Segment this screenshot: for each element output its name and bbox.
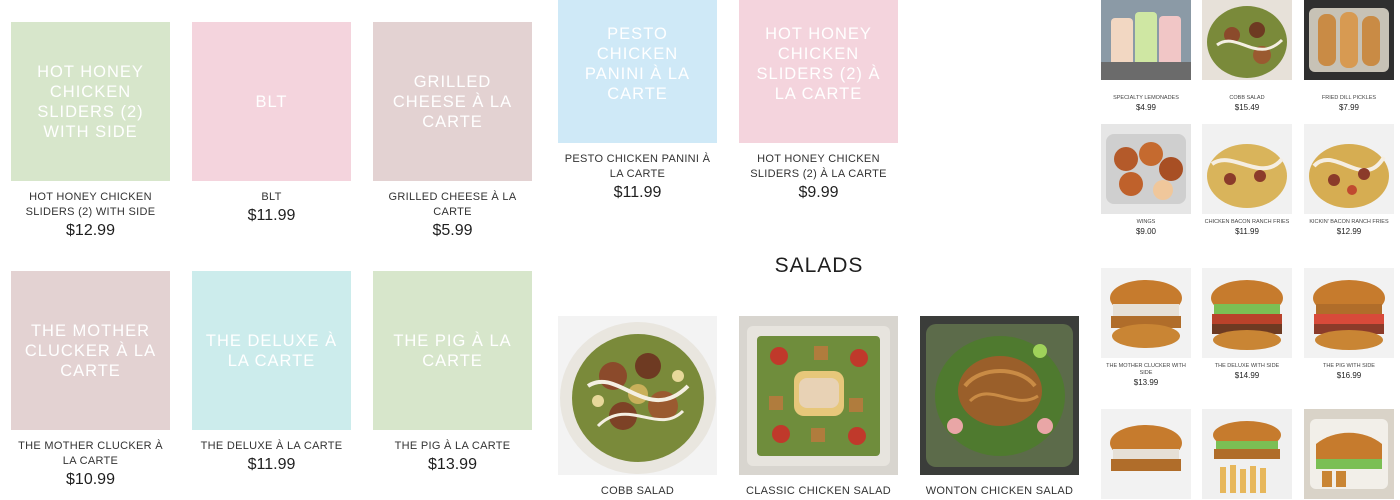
deluxe-photo[interactable]	[1202, 268, 1292, 358]
pig-photo[interactable]	[1304, 268, 1394, 358]
mini-item-name[interactable]: COBB SALAD	[1202, 95, 1292, 102]
item-name[interactable]: HOT HONEY CHICKEN SLIDERS (2) WITH SIDE	[11, 190, 170, 220]
mini-item-name[interactable]: CHICKEN BACON RANCH FRIES	[1202, 219, 1292, 226]
burger-photo[interactable]	[1101, 409, 1191, 499]
mini-item-price: $13.99	[1133, 378, 1159, 387]
menu-item-card[interactable]: BLT BLT $11.99	[192, 22, 351, 225]
item-placeholder-tile[interactable]: THE DELUXE À LA CARTE	[192, 271, 351, 430]
item-placeholder-tile[interactable]: BLT	[192, 22, 351, 181]
kickin-bacon-ranch-fries-photo[interactable]	[1304, 124, 1394, 214]
wings-photo[interactable]	[1101, 124, 1191, 214]
mini-item-name[interactable]: THE DELUXE WITH SIDE	[1202, 363, 1292, 370]
cobb-salad-thumb[interactable]	[1202, 0, 1292, 90]
mini-item-card[interactable]: KICKIN' BACON RANCH FRIES $12.99	[1304, 124, 1394, 236]
item-name[interactable]: WONTON CHICKEN SALAD	[920, 484, 1079, 499]
mini-item-price: $9.00	[1135, 227, 1157, 236]
menu-item-card[interactable]: WONTON CHICKEN SALAD	[920, 316, 1079, 499]
section-title-salads: SALADS	[774, 254, 864, 277]
item-name[interactable]: THE MOTHER CLUCKER À LA CARTE	[11, 439, 170, 469]
mini-item-price: $15.49	[1234, 103, 1260, 112]
item-placeholder-tile[interactable]: HOT HONEY CHICKEN SLIDERS (2) À LA CARTE	[739, 0, 898, 143]
item-placeholder-tile[interactable]: THE PIG À LA CARTE	[373, 271, 532, 430]
mini-item-card[interactable]: WINGS $9.00	[1101, 124, 1191, 236]
item-price: $5.99	[432, 222, 473, 239]
item-name[interactable]: BLT	[192, 190, 351, 205]
menu-item-card[interactable]: HOT HONEY CHICKEN SLIDERS (2) À LA CARTE…	[739, 0, 898, 202]
menu-item-card[interactable]: GRILLED CHEESE À LA CARTE GRILLED CHEESE…	[373, 22, 532, 240]
mini-item-price: $11.99	[1235, 227, 1259, 236]
mini-item-name[interactable]: THE MOTHER CLUCKER WITH SIDE	[1101, 363, 1191, 377]
item-placeholder-tile[interactable]: GRILLED CHEESE À LA CARTE	[373, 22, 532, 181]
specialty-lemonades-photo[interactable]	[1101, 0, 1191, 90]
mini-item-card[interactable]: COBB SALAD $15.49	[1202, 0, 1292, 112]
fried-dill-pickles-photo[interactable]	[1304, 0, 1394, 90]
mini-item-price: $7.99	[1338, 103, 1360, 112]
menu-item-card[interactable]: COBB SALAD	[558, 316, 717, 499]
item-placeholder-tile[interactable]: HOT HONEY CHICKEN SLIDERS (2) WITH SIDE	[11, 22, 170, 181]
item-price: $11.99	[247, 207, 296, 224]
wonton-chicken-salad-photo[interactable]	[920, 316, 1079, 475]
item-price: $10.99	[66, 471, 115, 488]
mother-clucker-photo[interactable]	[1101, 268, 1191, 358]
mini-item-card[interactable]	[1101, 409, 1191, 499]
cobb-salad-photo[interactable]	[558, 316, 717, 475]
mini-item-price: $4.99	[1135, 103, 1157, 112]
mini-item-price: $12.99	[1336, 227, 1362, 236]
item-name[interactable]: CLASSIC CHICKEN SALAD	[739, 484, 898, 499]
mini-item-card[interactable]: SPECIALTY LEMONADES $4.99	[1101, 0, 1191, 112]
item-price: $11.99	[613, 184, 662, 201]
item-name[interactable]: GRILLED CHEESE À LA CARTE	[373, 190, 532, 220]
chicken-bacon-ranch-fries-photo[interactable]	[1202, 124, 1292, 214]
menu-item-card[interactable]: CLASSIC CHICKEN SALAD	[739, 316, 898, 499]
item-price: $11.99	[247, 456, 296, 473]
item-name[interactable]: PESTO CHICKEN PANINI À LA CARTE	[558, 152, 717, 182]
mini-item-name[interactable]: WINGS	[1101, 219, 1191, 226]
mini-item-card[interactable]	[1202, 409, 1292, 499]
burger-fries-photo[interactable]	[1202, 409, 1292, 499]
item-placeholder-tile[interactable]: PESTO CHICKEN PANINI À LA CARTE	[558, 0, 717, 143]
mini-item-card[interactable]	[1304, 409, 1394, 499]
item-price: $9.99	[798, 184, 839, 201]
mini-item-price: $14.99	[1234, 371, 1260, 380]
mini-item-name[interactable]: SPECIALTY LEMONADES	[1101, 95, 1191, 102]
item-price: $12.99	[66, 222, 115, 239]
mini-item-name[interactable]: THE PIG WITH SIDE	[1304, 363, 1394, 370]
mini-item-card[interactable]: FRIED DILL PICKLES $7.99	[1304, 0, 1394, 112]
menu-item-card[interactable]: THE MOTHER CLUCKER À LA CARTE THE MOTHER…	[11, 271, 170, 489]
mini-item-name[interactable]: FRIED DILL PICKLES	[1304, 95, 1394, 102]
menu-item-card[interactable]: PESTO CHICKEN PANINI À LA CARTE PESTO CH…	[558, 0, 717, 202]
mini-item-price: $16.99	[1336, 371, 1362, 380]
mini-item-card[interactable]: THE MOTHER CLUCKER WITH SIDE $13.99	[1101, 268, 1191, 387]
menu-item-card[interactable]: HOT HONEY CHICKEN SLIDERS (2) WITH SIDE …	[11, 22, 170, 240]
menu-item-card[interactable]: THE PIG À LA CARTE THE PIG À LA CARTE $1…	[373, 271, 532, 474]
menu-item-card[interactable]: THE DELUXE À LA CARTE THE DELUXE À LA CA…	[192, 271, 351, 474]
item-price: $13.99	[428, 456, 477, 473]
item-name[interactable]: THE DELUXE À LA CARTE	[192, 439, 351, 454]
mini-item-name[interactable]: KICKIN' BACON RANCH FRIES	[1304, 219, 1394, 226]
item-name[interactable]: THE PIG À LA CARTE	[373, 439, 532, 454]
sandwich-fries-photo[interactable]	[1304, 409, 1394, 499]
item-name[interactable]: HOT HONEY CHICKEN SLIDERS (2) À LA CARTE	[739, 152, 898, 182]
mini-item-card[interactable]: THE PIG WITH SIDE $16.99	[1304, 268, 1394, 380]
item-name[interactable]: COBB SALAD	[558, 484, 717, 499]
mini-item-card[interactable]: CHICKEN BACON RANCH FRIES $11.99	[1202, 124, 1292, 236]
classic-chicken-salad-photo[interactable]	[739, 316, 898, 475]
mini-item-card[interactable]: THE DELUXE WITH SIDE $14.99	[1202, 268, 1292, 380]
item-placeholder-tile[interactable]: THE MOTHER CLUCKER À LA CARTE	[11, 271, 170, 430]
